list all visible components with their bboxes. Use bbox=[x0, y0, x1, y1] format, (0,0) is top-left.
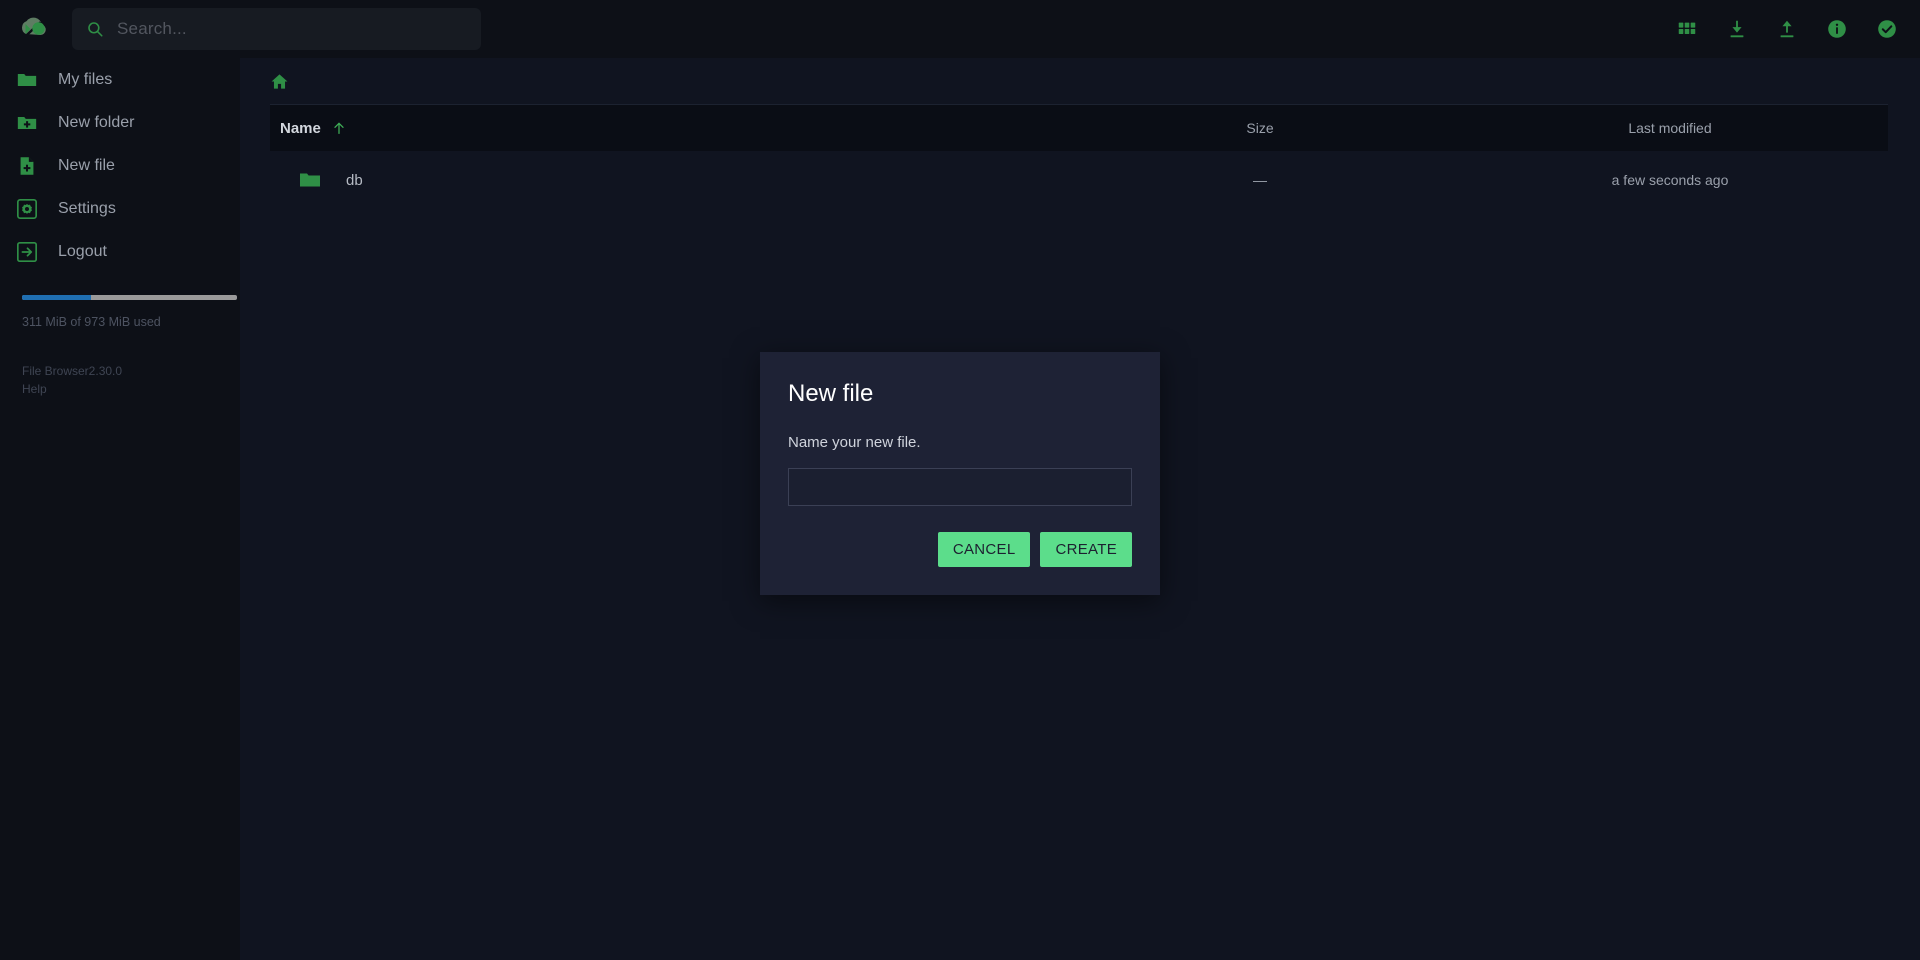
sort-ascending-icon bbox=[331, 120, 347, 136]
version-link[interactable]: File Browser2.30.0 bbox=[22, 362, 240, 380]
file-browser-logo[interactable] bbox=[16, 12, 50, 46]
app-header: Search... bbox=[0, 0, 1920, 58]
sidebar-item-logout[interactable]: Logout bbox=[0, 230, 240, 273]
breadcrumb bbox=[240, 58, 1920, 104]
folder-icon bbox=[298, 168, 322, 192]
sidebar-item-label: My files bbox=[58, 70, 113, 88]
sidebar-item-label: New folder bbox=[58, 113, 135, 131]
gear-icon bbox=[16, 198, 38, 220]
new-file-name-input[interactable] bbox=[788, 468, 1132, 506]
sidebar-item-label: Settings bbox=[58, 199, 116, 217]
help-link[interactable]: Help bbox=[22, 380, 240, 398]
sidebar-item-label: New file bbox=[58, 156, 115, 174]
folder-plus-icon bbox=[16, 112, 38, 134]
file-modified-cell: a few seconds ago bbox=[1611, 172, 1729, 188]
sidebar-item-new-folder[interactable]: New folder bbox=[0, 101, 240, 144]
folder-icon bbox=[16, 69, 38, 91]
sidebar-item-label: Logout bbox=[58, 242, 107, 260]
table-header-row: Name Size Last modified bbox=[270, 104, 1888, 151]
file-browser-app: Search... My files New folder New file S… bbox=[0, 0, 1920, 960]
dialog-title: New file bbox=[788, 380, 874, 407]
header-actions bbox=[1676, 0, 1898, 58]
file-plus-icon bbox=[16, 155, 38, 177]
search-icon bbox=[86, 20, 104, 38]
search-placeholder: Search... bbox=[117, 19, 187, 38]
sidebar: My files New folder New file Settings Lo… bbox=[0, 58, 240, 960]
column-header-last-modified[interactable]: Last modified bbox=[1460, 120, 1880, 136]
file-size-cell: — bbox=[1253, 172, 1267, 188]
dialog-actions: CANCEL CREATE bbox=[760, 506, 1160, 595]
new-file-dialog: New file Name your new file. CANCEL CREA… bbox=[760, 352, 1160, 595]
sidebar-item-new-file[interactable]: New file bbox=[0, 144, 240, 187]
upload-icon[interactable] bbox=[1776, 18, 1798, 40]
sidebar-item-settings[interactable]: Settings bbox=[0, 187, 240, 230]
grid-icon[interactable] bbox=[1676, 18, 1698, 40]
sidebar-footer: File Browser2.30.0 Help bbox=[0, 362, 240, 398]
check-circle-icon[interactable] bbox=[1876, 18, 1898, 40]
search-input[interactable]: Search... bbox=[72, 8, 481, 50]
sidebar-item-my-files[interactable]: My files bbox=[0, 58, 240, 101]
column-header-size[interactable]: Size bbox=[1060, 120, 1460, 136]
dialog-prompt: Name your new file. bbox=[788, 434, 921, 451]
home-icon[interactable] bbox=[270, 72, 289, 91]
cancel-button[interactable]: CANCEL bbox=[937, 532, 1031, 567]
storage-progress-bar bbox=[22, 295, 237, 300]
storage-progress-fill bbox=[22, 295, 91, 300]
file-name-cell: db bbox=[280, 168, 1060, 192]
info-icon[interactable] bbox=[1826, 18, 1848, 40]
create-button[interactable]: CREATE bbox=[1040, 532, 1132, 567]
download-icon[interactable] bbox=[1726, 18, 1748, 40]
column-header-name-label: Name bbox=[280, 119, 321, 137]
file-name-label: db bbox=[346, 171, 363, 189]
column-header-name[interactable]: Name bbox=[280, 120, 1060, 137]
storage-usage-text: 311 MiB of 973 MiB used bbox=[22, 315, 161, 329]
storage-usage: 311 MiB of 973 MiB used bbox=[0, 295, 240, 329]
logout-icon bbox=[16, 241, 38, 263]
file-listing: Name Size Last modified db — a few secon… bbox=[240, 104, 1920, 209]
table-row[interactable]: db — a few seconds ago bbox=[270, 151, 1888, 209]
